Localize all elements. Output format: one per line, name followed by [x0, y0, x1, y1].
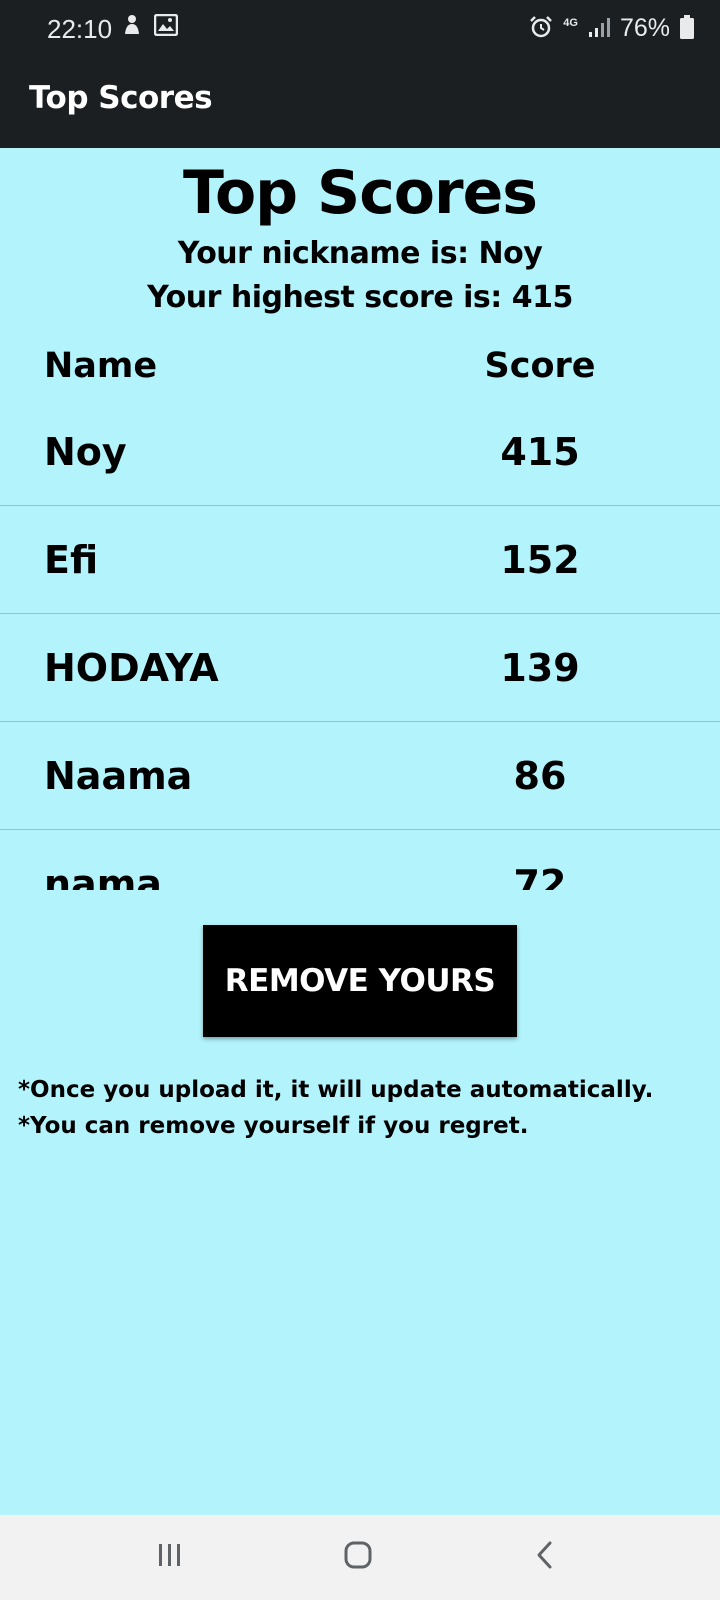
row-name: Efi: [44, 538, 99, 582]
home-icon: [343, 1540, 373, 1574]
app-bar-title: Top Scores: [29, 80, 213, 116]
alarm-icon: [529, 15, 553, 43]
table-row: nama 72: [0, 830, 720, 890]
status-right: 4G 76%: [529, 14, 694, 43]
recents-button[interactable]: [140, 1535, 200, 1579]
row-name: Naama: [44, 754, 193, 798]
row-name: nama: [44, 862, 162, 890]
table-row: Efi 152: [0, 506, 720, 614]
nickname-text: Your nickname is: Noy: [177, 236, 543, 271]
row-score: 152: [500, 538, 580, 582]
recents-icon: [155, 1542, 185, 1572]
status-left-icons: [122, 13, 179, 40]
column-header-score: Score: [484, 346, 596, 386]
navigation-bar: [0, 1515, 720, 1600]
battery-icon: [680, 14, 694, 43]
home-button[interactable]: [328, 1535, 388, 1579]
network-type: 4G: [563, 16, 578, 29]
status-bar: 22:10 4G 76%: [0, 0, 720, 56]
app-bar: Top Scores: [0, 56, 720, 148]
status-time: 22:10: [47, 14, 113, 44]
table-header: Name Score: [0, 346, 720, 396]
back-button[interactable]: [515, 1535, 575, 1579]
table-row: Noy 415: [0, 398, 720, 506]
notification-icon: [122, 14, 142, 40]
row-score: 139: [500, 646, 580, 690]
table-row: HODAYA 139: [0, 614, 720, 722]
table-row: Naama 86: [0, 722, 720, 830]
highest-score-text: Your highest score is: 415: [147, 280, 573, 315]
signal-icon: [588, 16, 610, 42]
note-remove: *You can remove yourself if you regret.: [18, 1113, 529, 1139]
gallery-icon: [153, 13, 179, 40]
column-header-name: Name: [44, 346, 158, 386]
note-update: *Once you upload it, it will update auto…: [18, 1077, 654, 1103]
back-icon: [533, 1540, 557, 1574]
row-score: 86: [513, 754, 567, 798]
battery-percent: 76%: [619, 14, 670, 42]
row-score: 415: [500, 430, 580, 474]
row-name: HODAYA: [44, 646, 219, 690]
remove-yours-button[interactable]: REMOVE YOURS: [203, 925, 517, 1037]
main-content: Top Scores Your nickname is: Noy Your hi…: [0, 148, 720, 1515]
row-score: 72: [513, 862, 567, 890]
page-title: Top Scores: [182, 158, 538, 228]
row-name: Noy: [44, 430, 127, 474]
